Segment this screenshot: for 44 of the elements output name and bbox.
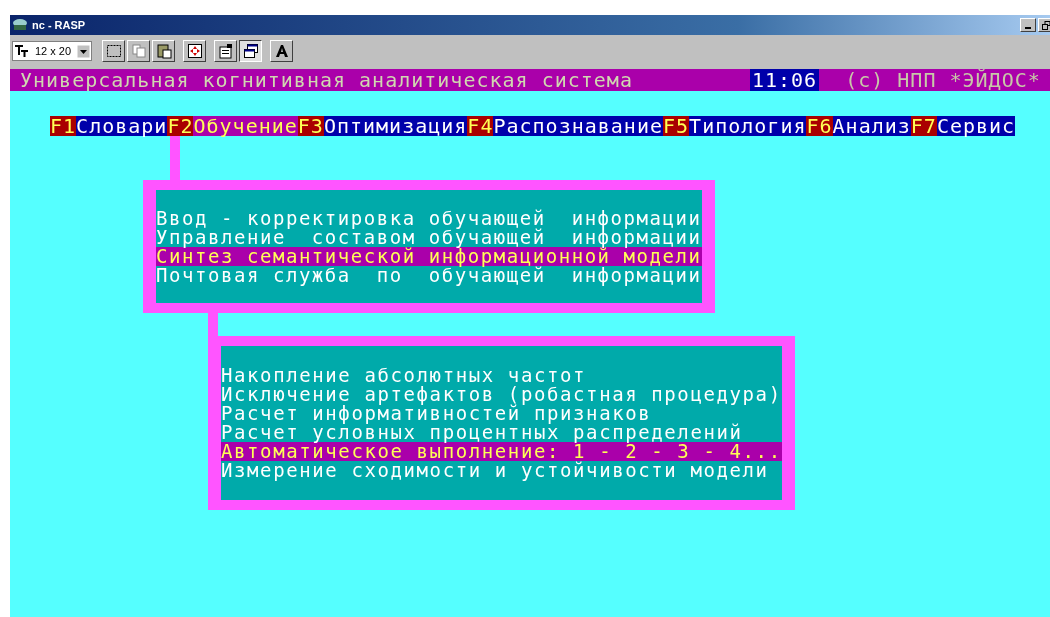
copy-button[interactable] — [127, 40, 151, 62]
function-key-label: F3 — [297, 116, 324, 136]
menu-item[interactable]: F4Распознавание — [467, 116, 663, 136]
fullscreen-button[interactable] — [183, 40, 207, 62]
select-tool-button[interactable] — [102, 40, 126, 62]
menu-item[interactable]: F2Обучение — [167, 116, 298, 136]
properties-button[interactable] — [214, 40, 238, 62]
minimize-button[interactable] — [1020, 18, 1036, 32]
menu-label: Оптимизация — [323, 116, 468, 136]
menu-label: Типология — [689, 116, 807, 136]
menu-item[interactable]: F3Оптимизация — [297, 116, 468, 136]
function-key-label: F6 — [806, 116, 833, 136]
font-icon — [15, 45, 29, 57]
function-key-label: F2 — [167, 116, 194, 136]
menu-label: Анализ — [832, 116, 911, 136]
restore-button[interactable] — [1038, 18, 1050, 32]
menu-label: Словари — [76, 116, 168, 136]
menu-item[interactable]: F6Анализ — [806, 116, 911, 136]
restore-icon — [1041, 20, 1050, 30]
function-key-label: F4 — [467, 116, 494, 136]
menu-label: Сервис — [936, 116, 1016, 136]
copy-icon — [130, 43, 147, 59]
menu-item[interactable]: F1Словари — [50, 116, 168, 136]
menu-label: Распознавание — [493, 116, 663, 136]
copyright: (с) НПП *ЭЙДОС* — [845, 69, 1041, 91]
submenu-item[interactable]: Синтез семантической информационной модели — [156, 247, 702, 266]
menu-item[interactable]: F7Сервис — [910, 116, 1016, 136]
function-key-label: F7 — [910, 116, 937, 136]
app-icon — [12, 18, 28, 32]
dropdown-arrow-icon — [77, 44, 91, 58]
paste-icon — [155, 43, 172, 59]
app-title: Универсальная когнитивная аналитическая система — [20, 69, 633, 91]
fullscreen-icon — [186, 43, 203, 59]
paste-button[interactable] — [152, 40, 176, 62]
windows-icon — [242, 43, 259, 59]
menu-label: Обучение — [193, 116, 298, 136]
clock: 11:06 — [749, 69, 820, 91]
window-title: nc - RASP — [32, 19, 86, 31]
font-size-dropdown[interactable]: 12 x 20 — [12, 41, 93, 61]
selection-icon — [105, 43, 122, 59]
font-button[interactable] — [270, 40, 294, 62]
properties-icon — [217, 43, 234, 59]
function-key-label: F1 — [50, 116, 77, 136]
letter-a-icon — [273, 43, 290, 59]
